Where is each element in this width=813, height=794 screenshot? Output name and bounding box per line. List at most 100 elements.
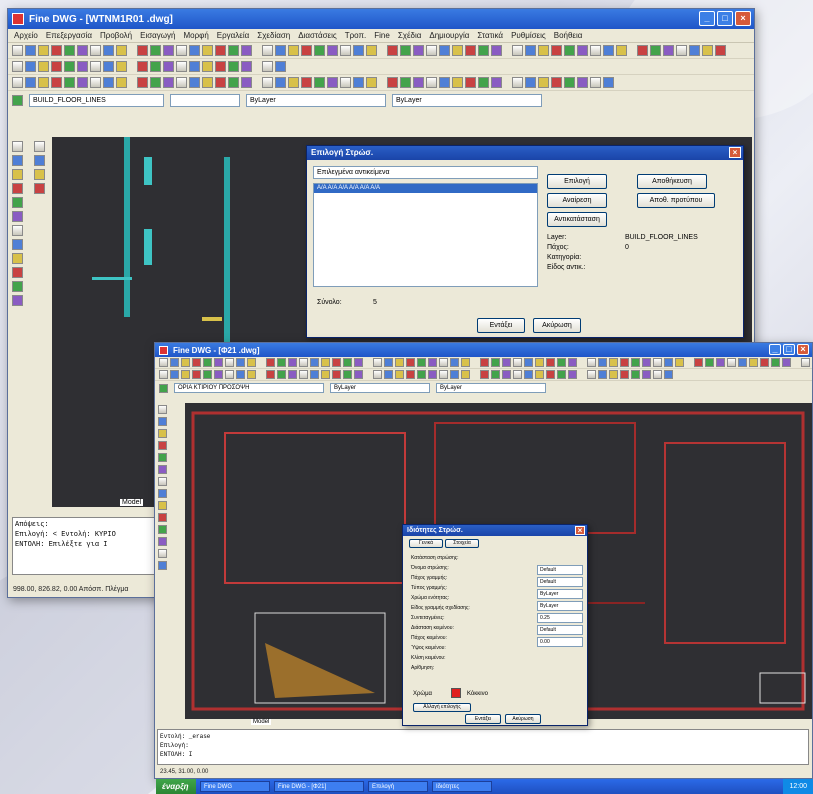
menu-item[interactable]: Βοήθεια — [554, 31, 583, 40]
toolbar-button-icon[interactable] — [214, 370, 223, 379]
toolbar-button-icon[interactable] — [452, 45, 463, 56]
menu-item[interactable]: Στατικά — [477, 31, 503, 40]
toolbar-button-icon[interactable] — [417, 358, 426, 367]
toolbar-button-icon[interactable] — [192, 370, 201, 379]
toolbar-button-icon[interactable] — [225, 358, 234, 367]
toolbar-button-icon[interactable] — [158, 561, 167, 570]
toolbar-button-icon[interactable] — [465, 45, 476, 56]
toolbar-button-icon[interactable] — [512, 77, 523, 88]
toolbar-button-icon[interactable] — [406, 358, 415, 367]
toolbar-button-icon[interactable] — [275, 61, 286, 72]
toolbar-button-icon[interactable] — [12, 61, 23, 72]
toolbar-button-icon[interactable] — [170, 370, 179, 379]
toolbar-button-icon[interactable] — [343, 358, 352, 367]
toolbar-button-icon[interactable] — [116, 61, 127, 72]
linetype-combo[interactable]: ByLayer — [246, 93, 386, 107]
command-line[interactable]: Εντολή: _erase Επιλογή: ΕΝΤΟΛΗ: Ι — [157, 729, 809, 765]
cancel-button[interactable]: Ακύρωση — [505, 714, 541, 724]
toolbar-button-icon[interactable] — [616, 45, 627, 56]
toolbar-button-icon[interactable] — [321, 358, 330, 367]
linetype-combo[interactable]: ByLayer — [330, 383, 430, 393]
toolbar-button-icon[interactable] — [395, 358, 404, 367]
toolbar-button-icon[interactable] — [299, 370, 308, 379]
toolbar-button-icon[interactable] — [116, 45, 127, 56]
toolbar-button-icon[interactable] — [310, 370, 319, 379]
toolbar-button-icon[interactable] — [564, 45, 575, 56]
menu-item[interactable]: Επεξεργασία — [46, 31, 92, 40]
toolbar-button-icon[interactable] — [546, 370, 555, 379]
color-combo[interactable] — [170, 93, 240, 107]
toolbar-button-icon[interactable] — [34, 141, 45, 152]
change-selection-button[interactable]: Αλλαγή επιλογής — [413, 703, 471, 712]
toolbar-button-icon[interactable] — [461, 370, 470, 379]
toolbar-button-icon[interactable] — [288, 358, 297, 367]
toolbar-button-icon[interactable] — [502, 358, 511, 367]
toolbar-button-icon[interactable] — [228, 77, 239, 88]
toolbar-button-icon[interactable] — [77, 77, 88, 88]
toolbar-button-icon[interactable] — [340, 45, 351, 56]
toolbar-button-icon[interactable] — [301, 77, 312, 88]
toolbar-button-icon[interactable] — [715, 45, 726, 56]
toolbar-button-icon[interactable] — [277, 370, 286, 379]
toolbar-button-icon[interactable] — [189, 77, 200, 88]
toolbar-button-icon[interactable] — [631, 370, 640, 379]
menu-item[interactable]: Αρχείο — [14, 31, 38, 40]
toolbar-button-icon[interactable] — [642, 370, 651, 379]
toolbar-button-icon[interactable] — [12, 77, 23, 88]
toolbar-button-icon[interactable] — [310, 358, 319, 367]
toolbar-button-icon[interactable] — [181, 370, 190, 379]
toolbar-button-icon[interactable] — [170, 358, 179, 367]
toolbar-button-icon[interactable] — [314, 77, 325, 88]
layer-manager-icon[interactable] — [159, 383, 168, 393]
toolbar-button-icon[interactable] — [590, 45, 601, 56]
toolbar-button-icon[interactable] — [426, 77, 437, 88]
toolbar-button-icon[interactable] — [215, 61, 226, 72]
tab-details[interactable]: Στοιχεία — [445, 539, 479, 548]
filter-combo[interactable]: Επιλεγμένα αντικείμενα — [313, 166, 538, 179]
toolbar-button-icon[interactable] — [400, 45, 411, 56]
toolbar-button-icon[interactable] — [34, 169, 45, 180]
toolbar-button-icon[interactable] — [103, 61, 114, 72]
toolbar-button-icon[interactable] — [524, 370, 533, 379]
toolbar-button-icon[interactable] — [538, 77, 549, 88]
toolbar-button-icon[interactable] — [158, 501, 167, 510]
toolbar-button-icon[interactable] — [366, 45, 377, 56]
toolbar-button-icon[interactable] — [236, 370, 245, 379]
toolbar-button-icon[interactable] — [228, 61, 239, 72]
toolbar-button-icon[interactable] — [262, 45, 273, 56]
toolbar-button-icon[interactable] — [159, 358, 168, 367]
toolbar-button-icon[interactable] — [727, 358, 736, 367]
toolbar-button-icon[interactable] — [247, 370, 256, 379]
toolbar-button-icon[interactable] — [491, 370, 500, 379]
toolbar-button-icon[interactable] — [406, 370, 415, 379]
lineweight-combo[interactable]: ByLayer — [436, 383, 546, 393]
toolbar-button-icon[interactable] — [12, 239, 23, 250]
toolbar-button-icon[interactable] — [12, 141, 23, 152]
toolbar-button-icon[interactable] — [38, 61, 49, 72]
toolbar-button-icon[interactable] — [38, 45, 49, 56]
lineweight-combo[interactable]: ByLayer — [392, 93, 542, 107]
toolbar-button-icon[interactable] — [513, 358, 522, 367]
toolbar-button-icon[interactable] — [158, 453, 167, 462]
toolbar-button-icon[interactable] — [603, 45, 614, 56]
property-value[interactable]: 0.00 — [537, 637, 583, 647]
dialog-close-button[interactable]: × — [729, 147, 741, 158]
toolbar-button-icon[interactable] — [598, 358, 607, 367]
menu-item[interactable]: Σχεδίαση — [257, 31, 290, 40]
toolbar-button-icon[interactable] — [587, 370, 596, 379]
toolbar-button-icon[interactable] — [663, 45, 674, 56]
toolbar-button-icon[interactable] — [181, 358, 190, 367]
toolbar-button-icon[interactable] — [64, 61, 75, 72]
property-value[interactable]: 0.25 — [537, 613, 583, 623]
toolbar-button-icon[interactable] — [801, 358, 810, 367]
toolbar-button-icon[interactable] — [373, 370, 382, 379]
toolbar-button-icon[interactable] — [417, 370, 426, 379]
toolbar-button-icon[interactable] — [491, 45, 502, 56]
toolbar-button-icon[interactable] — [25, 45, 36, 56]
toolbar-button-icon[interactable] — [353, 45, 364, 56]
toolbar-button-icon[interactable] — [262, 61, 273, 72]
toolbar-button-icon[interactable] — [343, 370, 352, 379]
menu-item[interactable]: Προβολή — [100, 31, 132, 40]
toolbar-button-icon[interactable] — [373, 358, 382, 367]
toolbar-button-icon[interactable] — [512, 45, 523, 56]
